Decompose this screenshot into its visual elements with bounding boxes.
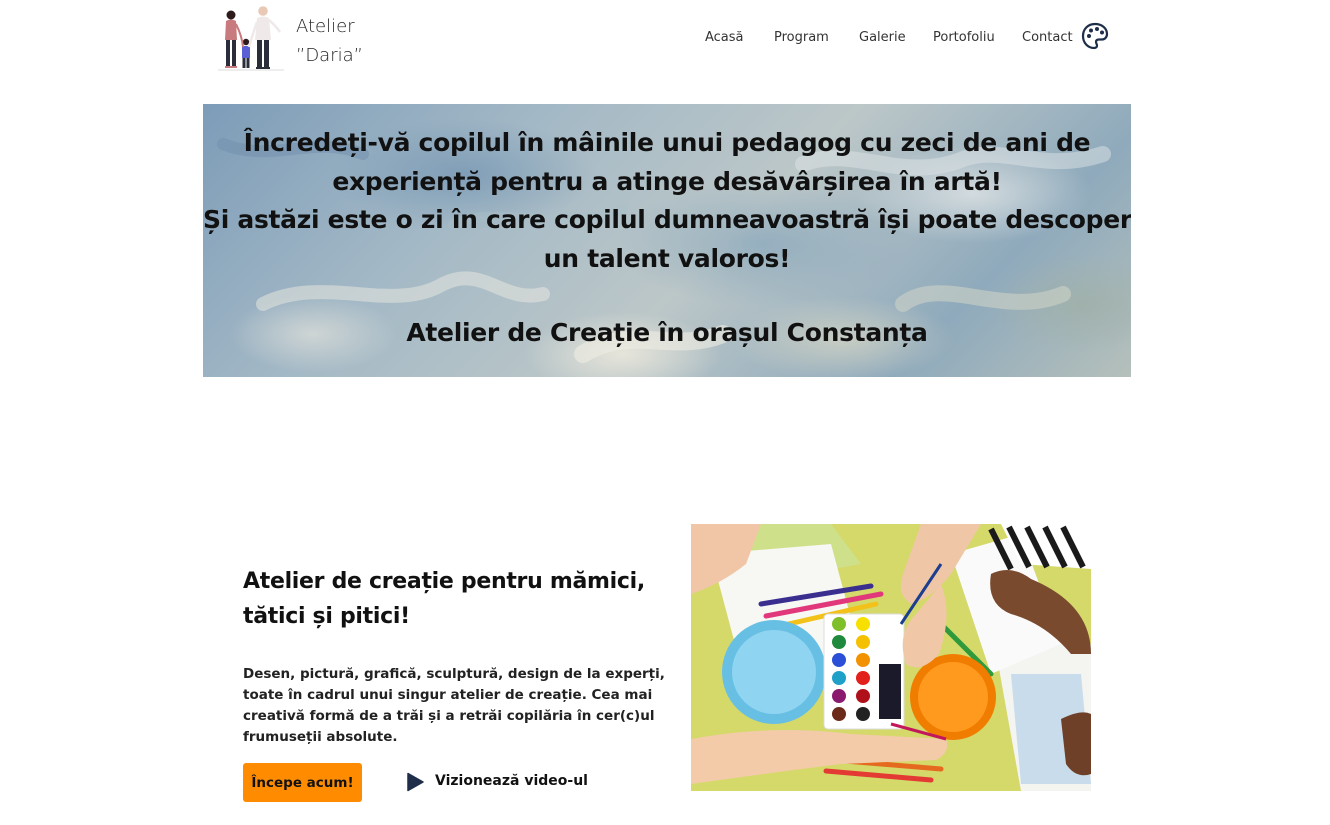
start-now-button[interactable]: Începe acum! <box>243 763 362 802</box>
hero-line-2: experiență pentru a atinge desăvârșirea … <box>332 166 1002 196</box>
hero-line-3: Și astăzi este o zi în care copilul dumn… <box>203 205 1131 234</box>
nav-item-program[interactable]: Program <box>774 30 829 45</box>
site-header: Atelier ”Daria” Acasă Program Galerie Po… <box>0 0 1330 80</box>
feature-title-line-1: Atelier de creație pentru mămici, <box>243 569 645 594</box>
feature-title: Atelier de creație pentru mămici, tătici… <box>243 564 645 634</box>
children-painting-photo <box>691 524 1091 791</box>
feature-description: Desen, pictură, grafică, sculptură, desi… <box>243 664 665 748</box>
hero-banner: Încredeți-vă copilul în mâinile unui ped… <box>203 104 1131 377</box>
nav-item-galerie[interactable]: Galerie <box>859 30 906 45</box>
feature-desc-line-1: Desen, pictură, grafică, sculptură, desi… <box>243 666 665 682</box>
feature-desc-line-4: frumuseții absolute. <box>243 729 398 745</box>
nav-item-portofoliu[interactable]: Portofoliu <box>933 30 995 45</box>
nav-item-contact[interactable]: Contact <box>1022 30 1073 45</box>
nav-item-acasa[interactable]: Acasă <box>705 30 744 45</box>
play-icon <box>407 772 424 792</box>
hero-subtitle: Atelier de Creație în orașul Constanța <box>406 318 928 347</box>
hero-headline: Încredeți-vă copilul în mâinile unui ped… <box>203 124 1131 278</box>
main-nav: Acasă Program Galerie Portofoliu Contact <box>0 30 1330 50</box>
feature-desc-line-2: toate în cadrul unui singur atelier de c… <box>243 687 653 703</box>
feature-desc-line-3: creativă formă de a trăi și a retrăi cop… <box>243 708 655 724</box>
watch-video-label: Vizionează video-ul <box>435 773 588 789</box>
hero-line-4: un talent valoros! <box>543 243 791 273</box>
hero-line-1: Încredeți-vă copilul în mâinile unui ped… <box>243 128 1091 157</box>
palette-icon[interactable] <box>1081 22 1109 50</box>
feature-title-line-2: tătici și pitici! <box>243 604 410 629</box>
